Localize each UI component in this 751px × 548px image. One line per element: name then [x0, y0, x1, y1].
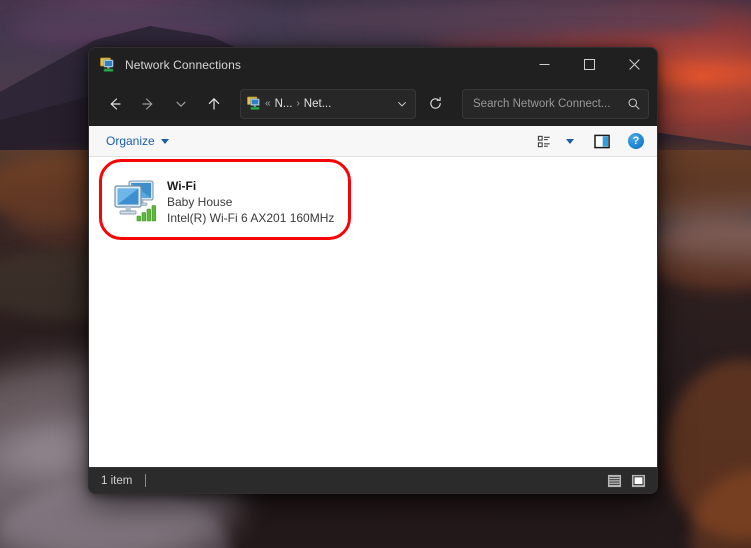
- forward-button[interactable]: [132, 89, 163, 119]
- breadcrumb-item-1[interactable]: Net...: [304, 98, 331, 110]
- refresh-button[interactable]: [420, 89, 450, 119]
- title-bar-left: Network Connections: [89, 57, 522, 73]
- connection-details: Wi-Fi Baby House Intel(R) Wi-Fi 6 AX201 …: [167, 176, 334, 226]
- large-icons-view-icon: [631, 474, 646, 487]
- title-bar[interactable]: Network Connections: [89, 48, 657, 81]
- network-connections-window[interactable]: Network Connections « N... › Net... Sear…: [88, 47, 658, 494]
- view-options-icon: [537, 135, 550, 147]
- connection-adapter-name: Intel(R) Wi-Fi 6 AX201 160MHz: [167, 211, 335, 225]
- address-dropdown-button[interactable]: [391, 91, 413, 117]
- connection-network-ssid: Baby House: [167, 195, 233, 209]
- search-input[interactable]: Search Network Connect...: [473, 98, 627, 110]
- search-box[interactable]: Search Network Connect...: [462, 88, 649, 119]
- preview-pane-icon: [593, 134, 610, 148]
- minimize-button[interactable]: [522, 48, 567, 81]
- address-bar[interactable]: « N... › Net...: [240, 88, 416, 119]
- breadcrumb-overflow[interactable]: «: [265, 98, 271, 109]
- back-button[interactable]: [99, 89, 130, 119]
- breadcrumb[interactable]: « N... › Net...: [262, 98, 391, 110]
- maximize-button[interactable]: [567, 48, 612, 81]
- command-bar: Organize ?: [89, 126, 657, 157]
- breadcrumb-item-0[interactable]: N...: [275, 98, 293, 110]
- chevron-down-icon: [566, 138, 574, 144]
- address-bar-network-icon: [247, 96, 260, 110]
- recent-locations-button[interactable]: [165, 89, 196, 119]
- up-button[interactable]: [198, 89, 229, 119]
- maximize-icon: [584, 59, 595, 70]
- view-options-dropdown-button[interactable]: [558, 129, 582, 153]
- window-title: Network Connections: [125, 57, 241, 72]
- organize-label: Organize: [106, 134, 155, 148]
- chevron-down-icon: [398, 101, 406, 106]
- command-bar-right: ?: [532, 129, 648, 153]
- large-icons-view-button[interactable]: [629, 472, 648, 489]
- chevron-down-icon: [175, 101, 186, 107]
- caption-buttons: [522, 48, 657, 81]
- status-divider: [145, 474, 147, 487]
- details-view-icon: [607, 474, 622, 487]
- desktop-wallpaper: Network Connections « N... › Net... Sear…: [0, 0, 751, 548]
- help-icon: ?: [628, 133, 644, 149]
- organize-button[interactable]: Organize: [100, 131, 175, 151]
- connection-name: Wi-Fi: [167, 179, 197, 193]
- preview-pane-button[interactable]: [590, 129, 614, 153]
- network-adapter-wireless-icon: [110, 176, 158, 224]
- back-arrow-icon: [110, 97, 121, 110]
- close-button[interactable]: [612, 48, 657, 81]
- refresh-icon: [429, 96, 441, 109]
- item-count-label: 1 item: [101, 474, 133, 487]
- view-options-button[interactable]: [532, 129, 556, 153]
- view-toggle-group: [605, 472, 648, 489]
- breadcrumb-separator: ›: [296, 98, 300, 109]
- network-connections-icon: [100, 57, 114, 72]
- minimize-icon: [539, 64, 550, 65]
- close-icon: [629, 59, 640, 70]
- wi-fi-connection-item[interactable]: Wi-Fi Baby House Intel(R) Wi-Fi 6 AX201 …: [104, 170, 340, 233]
- details-view-button[interactable]: [605, 472, 624, 489]
- forward-arrow-icon: [141, 97, 152, 110]
- help-button[interactable]: ?: [624, 129, 648, 153]
- status-bar: 1 item: [89, 467, 657, 493]
- search-icon[interactable]: [627, 97, 641, 111]
- chevron-down-icon: [160, 138, 169, 144]
- up-arrow-icon: [208, 97, 219, 110]
- navigation-bar: « N... › Net... Search Network Connect..…: [89, 81, 657, 126]
- connections-list[interactable]: Wi-Fi Baby House Intel(R) Wi-Fi 6 AX201 …: [89, 157, 657, 467]
